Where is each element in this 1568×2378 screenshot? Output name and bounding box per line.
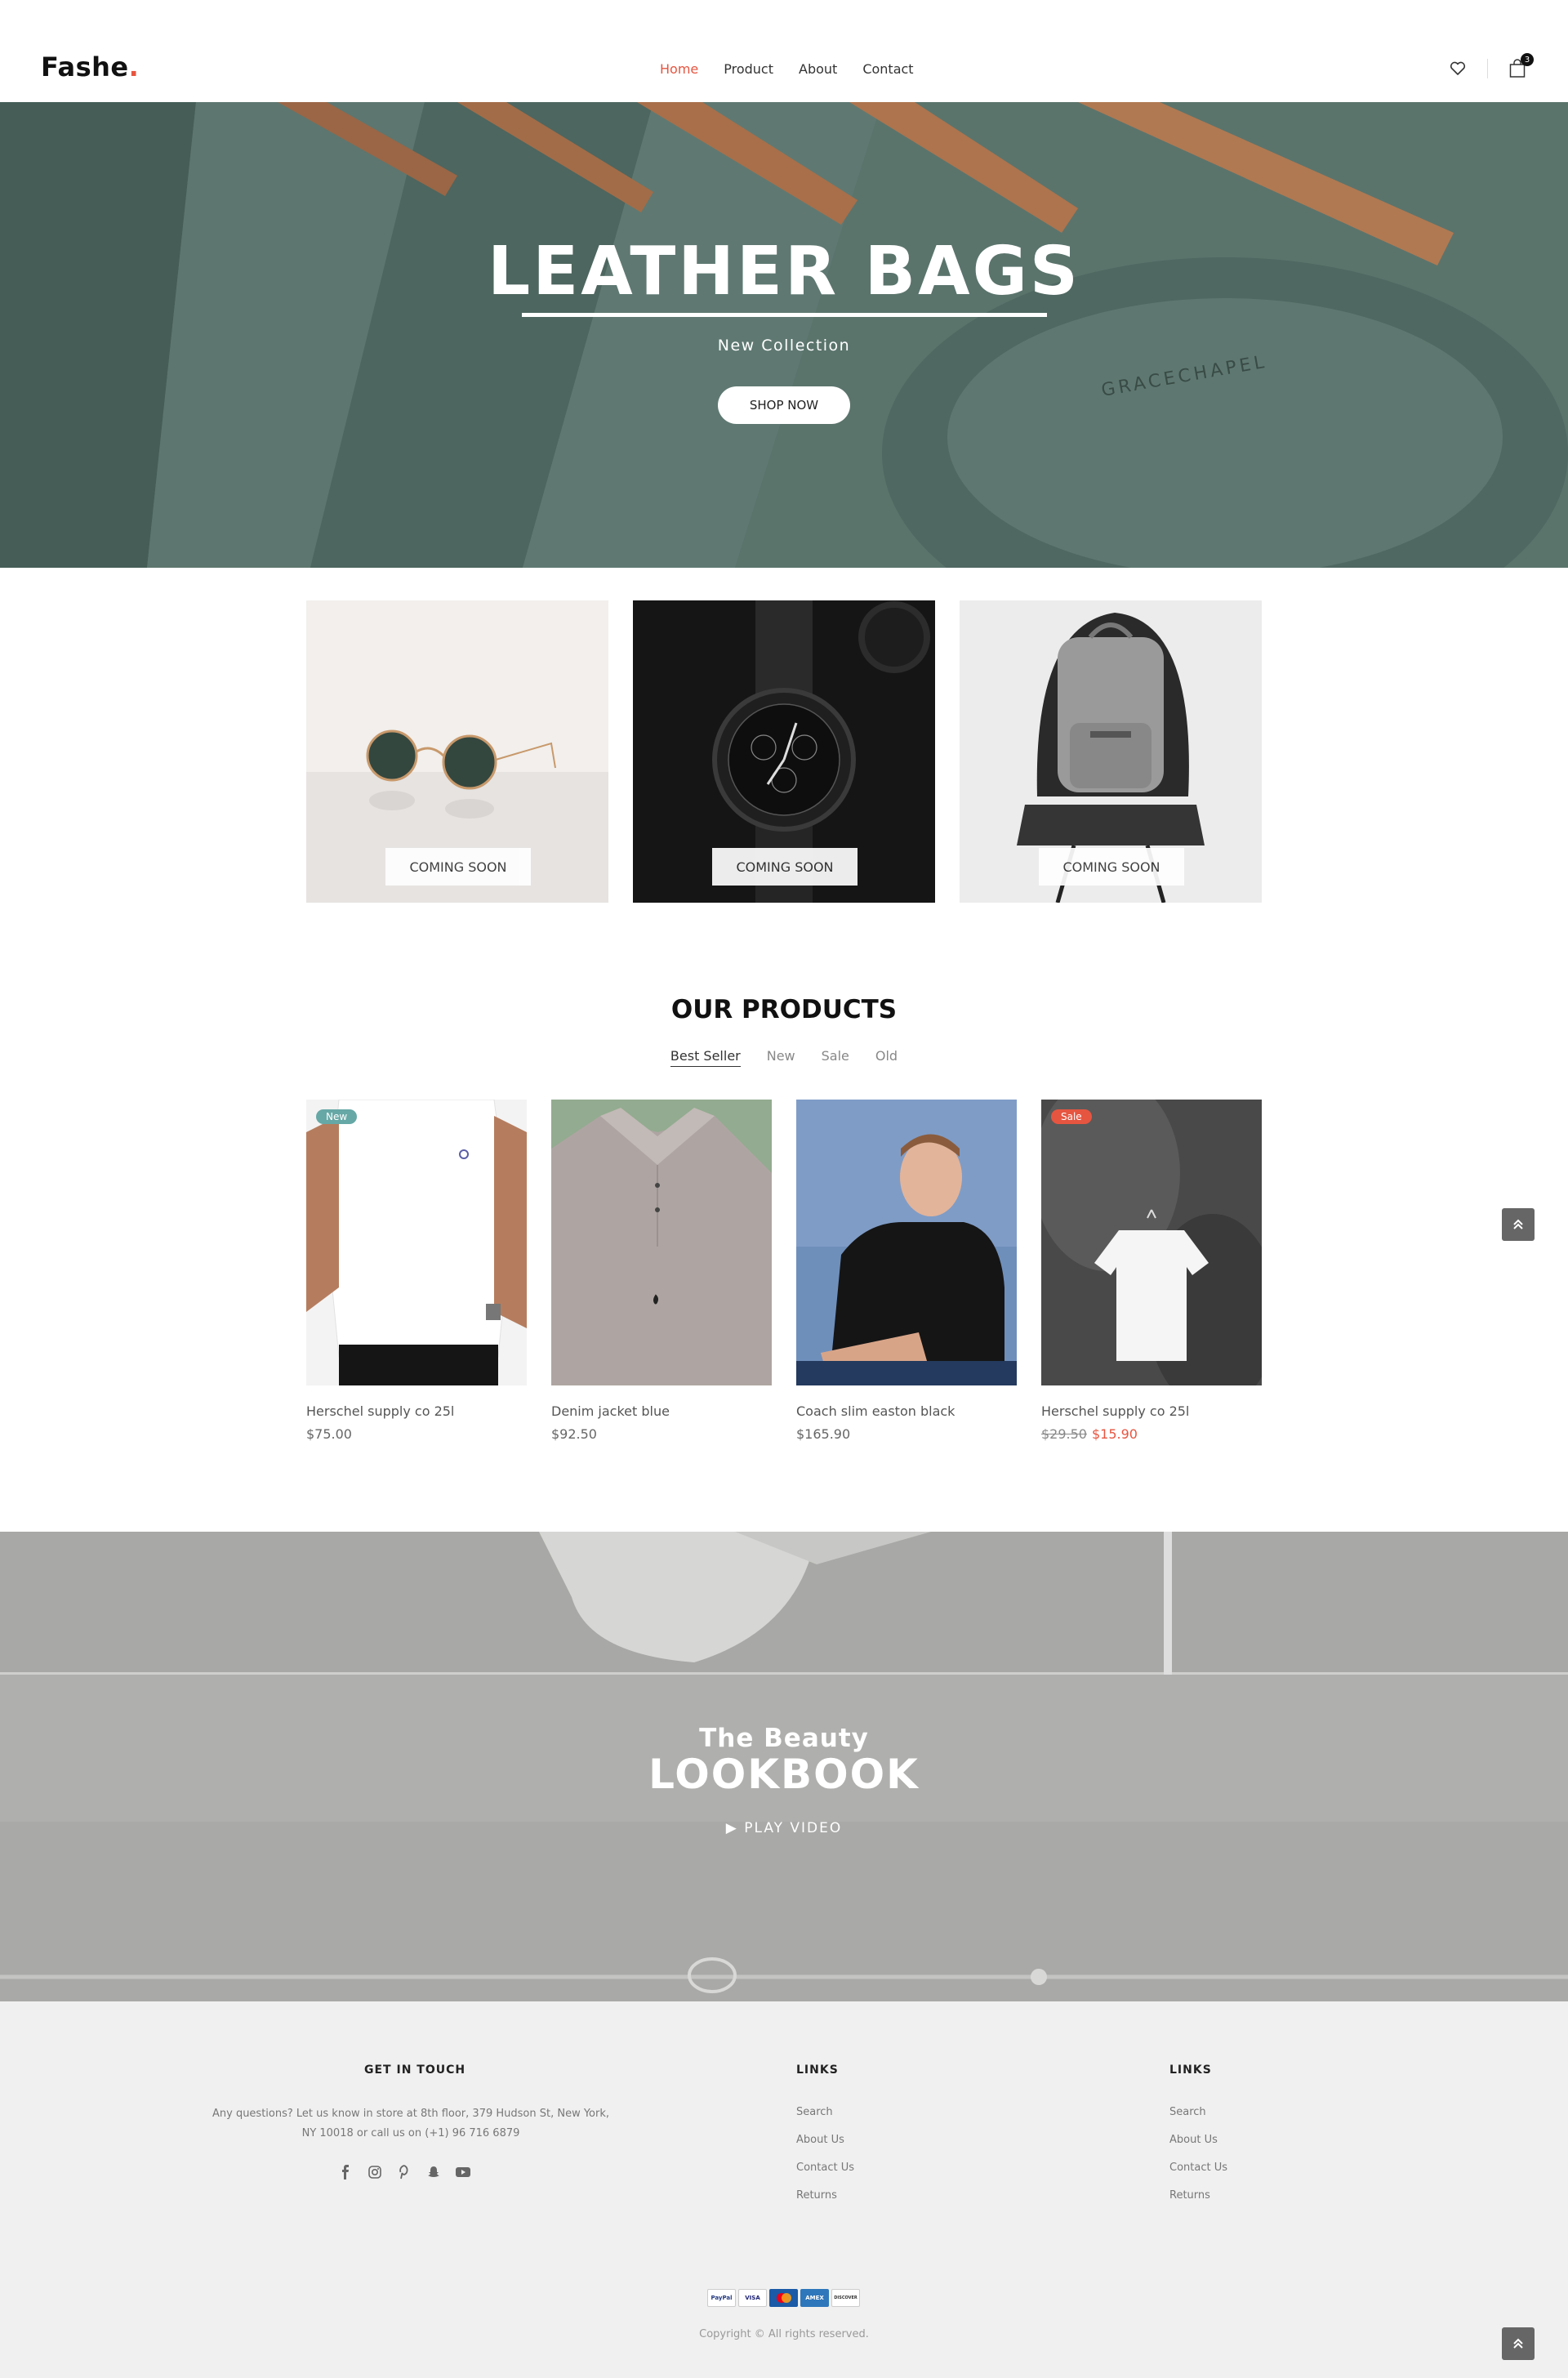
footer-link-about[interactable]: About Us: [796, 2134, 854, 2162]
play-video-button[interactable]: ▶ PLAY VIDEO: [0, 1820, 1568, 1836]
filter-old[interactable]: Old: [875, 1048, 898, 1067]
hero-title: LEATHER BAGS: [488, 233, 1080, 310]
amex-icon: AMEX: [800, 2289, 829, 2307]
product-image[interactable]: [796, 1100, 1017, 1385]
footer-link-search[interactable]: Search: [1169, 2106, 1227, 2134]
mastercard-icon: [769, 2289, 798, 2307]
scroll-to-top-button[interactable]: [1502, 1208, 1535, 1241]
site-header: Fashe. Home Product About Contact 3: [0, 0, 1568, 102]
footer-link-returns[interactable]: Returns: [796, 2189, 854, 2217]
filter-sale[interactable]: Sale: [822, 1048, 849, 1067]
footer-link-about[interactable]: About Us: [1169, 2134, 1227, 2162]
instagram-icon[interactable]: [366, 2163, 384, 2181]
footer-links-title: LINKS: [796, 2063, 839, 2077]
hero-slider: GRACECHAPEL LEATHER BAGS New Collection …: [0, 102, 1568, 568]
footer-contact-title: GET IN TOUCH: [364, 2063, 466, 2077]
youtube-icon[interactable]: [454, 2163, 472, 2181]
scroll-to-top-button[interactable]: [1502, 2327, 1535, 2360]
nav-about[interactable]: About: [799, 61, 837, 77]
filter-new[interactable]: New: [767, 1048, 795, 1067]
footer-links-title: LINKS: [1169, 2063, 1212, 2077]
lookbook-title: LOOKBOOK: [648, 1751, 920, 1798]
play-video-label: PLAY VIDEO: [744, 1820, 843, 1836]
section-title: OUR PRODUCTS: [670, 995, 898, 1024]
chevron-up-double-icon: [1513, 1219, 1523, 1229]
product-price: $165.90: [796, 1426, 851, 1442]
copyright: Copyright © All rights reserved.: [699, 2328, 869, 2340]
footer-contact-text: Any questions? Let us know in store at 8…: [207, 2104, 615, 2144]
coming-soon-label[interactable]: COMING SOON: [1039, 848, 1184, 886]
social-links: [336, 2163, 472, 2181]
footer-link-contact[interactable]: Contact Us: [796, 2162, 854, 2189]
product-filter-tabs: Best Seller New Sale Old: [0, 1048, 1568, 1067]
nav-contact[interactable]: Contact: [862, 61, 913, 77]
product-price: $29.50 $15.90: [1041, 1426, 1262, 1442]
header-icons: 3: [1446, 53, 1534, 80]
product-card[interactable]: New Herschel supply co 25l $75.00: [306, 1100, 527, 1442]
product-name[interactable]: Coach slim easton black: [796, 1403, 1017, 1419]
discover-icon: DISCOVER: [831, 2289, 860, 2307]
footer-link-search[interactable]: Search: [796, 2106, 854, 2134]
product-name[interactable]: Denim jacket blue: [551, 1403, 772, 1419]
product-name[interactable]: Herschel supply co 25l: [1041, 1403, 1262, 1419]
product-image[interactable]: New: [306, 1100, 527, 1385]
shop-now-button[interactable]: SHOP NOW: [718, 386, 850, 424]
product-image[interactable]: Sale: [1041, 1100, 1262, 1385]
product-name[interactable]: Herschel supply co 25l: [306, 1403, 527, 1419]
shopping-bag-icon[interactable]: 3: [1506, 53, 1534, 80]
footer-link-returns[interactable]: Returns: [1169, 2189, 1227, 2217]
product-card[interactable]: Denim jacket blue $92.50: [551, 1100, 772, 1442]
contact-line-2: NY 10018 or call us on (+1) 96 716 6879: [301, 2127, 520, 2139]
lookbook-section: The Beauty LOOKBOOK ▶ PLAY VIDEO: [0, 1532, 1568, 2001]
hero-title-underline: [522, 313, 1047, 317]
lookbook-subtitle: The Beauty: [699, 1724, 869, 1753]
banner-sunglasses[interactable]: COMING SOON: [306, 600, 608, 903]
banner-backpack[interactable]: COMING SOON: [960, 600, 1262, 903]
snapchat-icon[interactable]: [425, 2163, 443, 2181]
logo[interactable]: Fashe.: [41, 51, 139, 83]
sale-tag: Sale: [1051, 1109, 1092, 1124]
product-card[interactable]: Sale Herschel supply co 25l $29.50 $15.90: [1041, 1100, 1262, 1442]
pinterest-icon[interactable]: [395, 2163, 413, 2181]
filter-best-seller[interactable]: Best Seller: [670, 1048, 741, 1067]
cart-count-badge: 3: [1521, 53, 1534, 66]
footer-links-list: Search About Us Contact Us Returns: [796, 2106, 854, 2217]
nav-home[interactable]: Home: [660, 61, 698, 77]
new-tag: New: [316, 1109, 358, 1124]
header-divider: [1487, 59, 1488, 78]
nav-product[interactable]: Product: [724, 61, 773, 77]
main-nav: Home Product About Contact: [660, 61, 939, 77]
footer-links-list: Search About Us Contact Us Returns: [1169, 2106, 1227, 2217]
paypal-icon: PayPal: [707, 2289, 736, 2307]
product-image[interactable]: [551, 1100, 772, 1385]
product-price: $92.50: [551, 1426, 597, 1442]
site-footer: GET IN TOUCH Any questions? Let us know …: [0, 2001, 1568, 2378]
hero-background-image: GRACECHAPEL: [0, 102, 1568, 568]
footer-link-contact[interactable]: Contact Us: [1169, 2162, 1227, 2189]
chevron-up-double-icon: [1513, 2338, 1523, 2349]
play-icon: ▶: [725, 1820, 745, 1836]
product-price: $75.00: [306, 1426, 352, 1442]
hero-subtitle: New Collection: [717, 337, 851, 355]
visa-icon: VISA: [738, 2289, 767, 2307]
coming-soon-label[interactable]: COMING SOON: [712, 848, 858, 886]
facebook-icon[interactable]: [336, 2163, 354, 2181]
coming-soon-label[interactable]: COMING SOON: [385, 848, 531, 886]
old-price: $29.50: [1041, 1426, 1087, 1442]
payment-methods: PayPal VISA AMEX DISCOVER: [707, 2289, 860, 2307]
heart-icon[interactable]: [1446, 57, 1469, 80]
banner-watch[interactable]: COMING SOON: [633, 600, 935, 903]
product-card[interactable]: Coach slim easton black $165.90: [796, 1100, 1017, 1442]
sale-price: $15.90: [1091, 1426, 1138, 1442]
contact-line-1: Any questions? Let us know in store at 8…: [212, 2108, 610, 2120]
